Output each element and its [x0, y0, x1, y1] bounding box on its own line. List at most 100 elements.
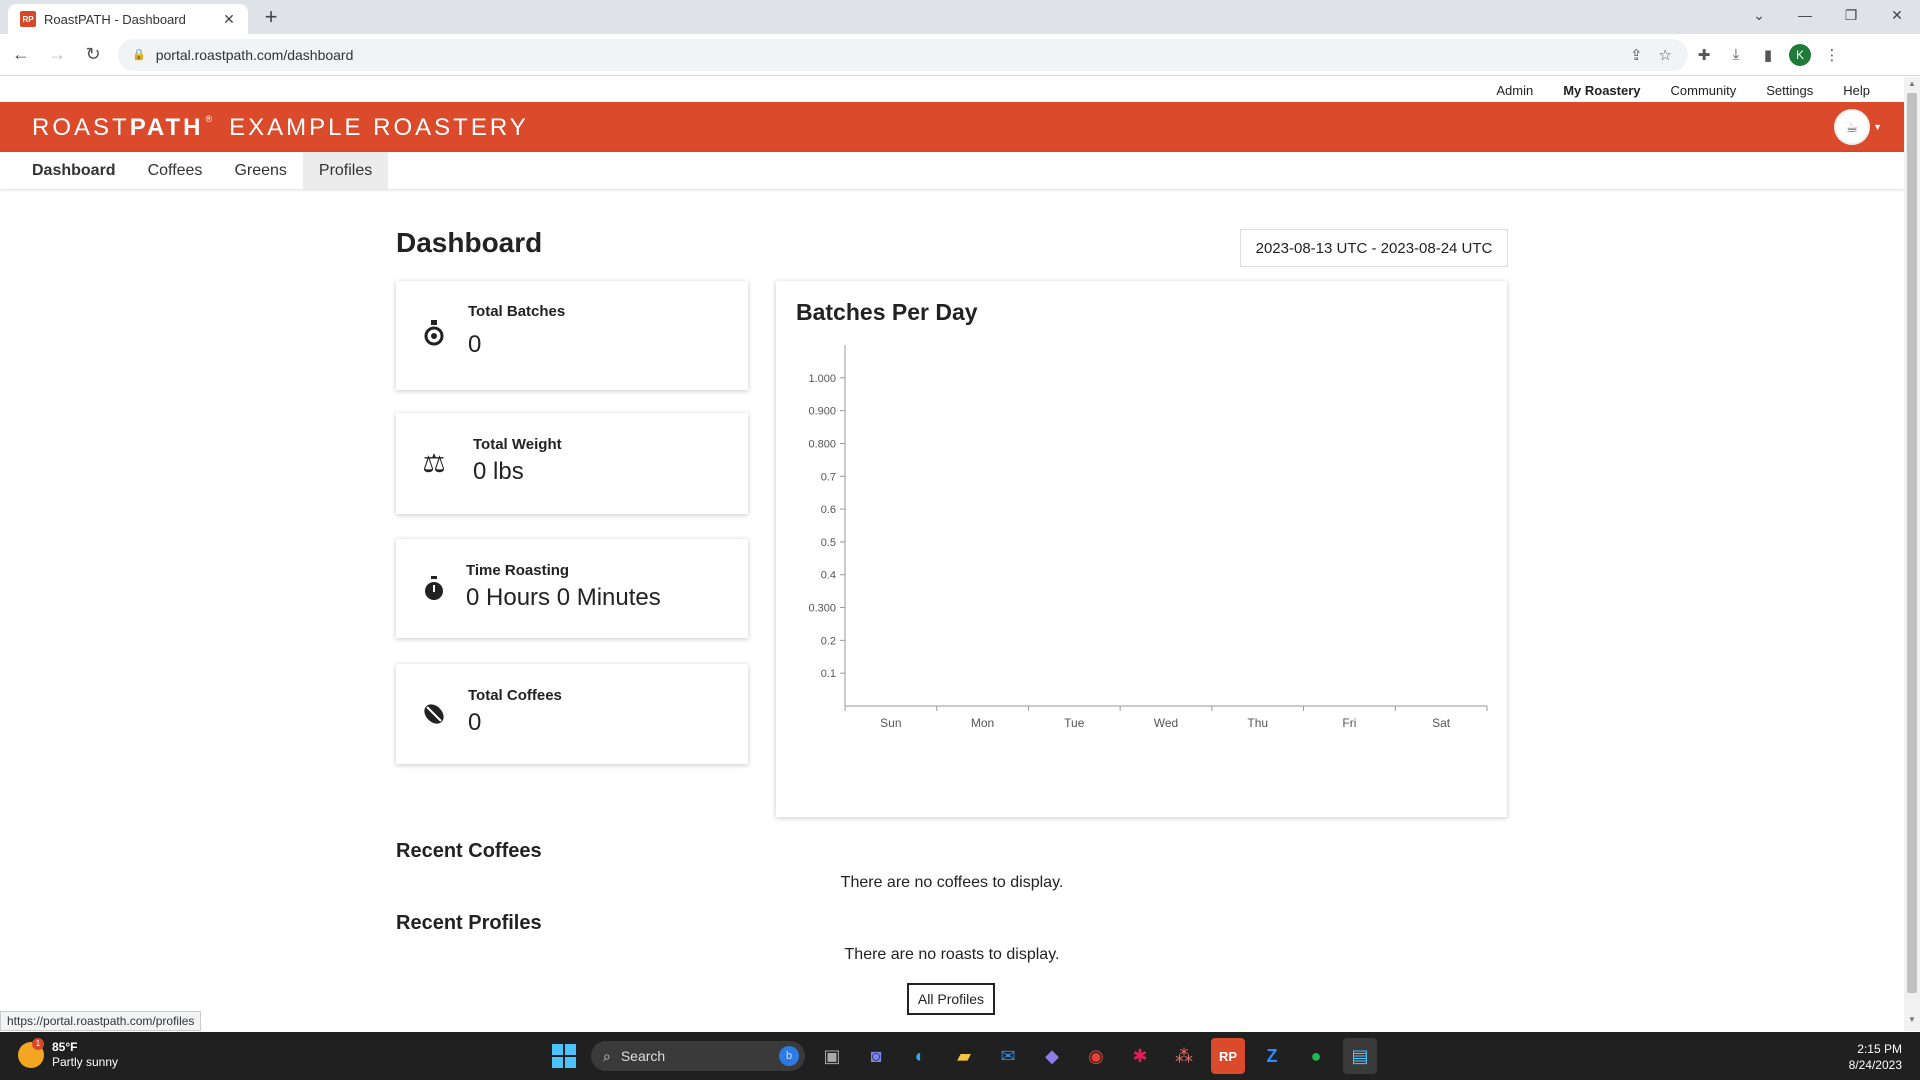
page-viewport: Admin My Roastery Community Settings Hel…	[0, 77, 1904, 1031]
x-tick-label: Wed	[1154, 716, 1178, 730]
chrome-icon[interactable]: ◉	[1079, 1038, 1113, 1074]
scroll-thumb[interactable]	[1907, 93, 1917, 993]
menu-kebab-icon[interactable]: ⋮	[1816, 39, 1848, 71]
back-button[interactable]: ←	[6, 40, 36, 70]
url-text[interactable]: portal.roastpath.com/dashboard	[156, 47, 1630, 63]
address-bar[interactable]: 🔒 portal.roastpath.com/dashboard ⇪ ☆	[118, 38, 1688, 71]
tab-title: RoastPATH - Dashboard	[44, 11, 186, 27]
new-tab-button[interactable]: +	[258, 6, 284, 28]
windows-start-icon[interactable]	[547, 1038, 581, 1074]
browser-tab[interactable]: RP RoastPATH - Dashboard ✕	[8, 4, 248, 34]
active-window-icon[interactable]: ▤	[1343, 1038, 1377, 1074]
tab-coffees[interactable]: Coffees	[132, 152, 219, 189]
forward-button[interactable]: →	[42, 40, 72, 70]
x-tick-label: Tue	[1064, 716, 1085, 730]
profile-button[interactable]: K	[1784, 39, 1816, 71]
weather-desc: Partly sunny	[52, 1055, 119, 1069]
y-tick-label: 1.000	[808, 373, 836, 385]
page-title: Dashboard	[396, 227, 543, 258]
asana-icon[interactable]: ⁂	[1167, 1038, 1201, 1074]
browser-tabbar: RP RoastPATH - Dashboard ✕ + ⌄ — ❐ ✕	[0, 0, 1920, 34]
util-nav-help[interactable]: Help	[1843, 83, 1870, 98]
stat-label: Total Weight	[473, 436, 562, 453]
x-tick-label: Thu	[1247, 716, 1268, 730]
tab-greens[interactable]: Greens	[218, 152, 302, 189]
y-tick-label: 0.4	[821, 570, 836, 582]
stopwatch-icon	[420, 575, 448, 603]
page-scrollbar[interactable]: ▲ ▼	[1904, 77, 1920, 1031]
bookmark-star-icon[interactable]: ☆	[1659, 46, 1672, 64]
browser-toolbar: ← → ↻ 🔒 portal.roastpath.com/dashboard ⇪…	[0, 34, 1920, 76]
task-view-icon[interactable]: ▣	[815, 1038, 849, 1074]
brand-roast: ROAST	[32, 114, 130, 141]
stat-label: Total Batches	[468, 303, 566, 320]
stat-card-coffees: Total Coffees 0	[396, 664, 748, 764]
restore-button[interactable]: ❐	[1828, 0, 1874, 30]
window-controls: ⌄ — ❐ ✕	[1736, 0, 1920, 34]
x-tick-label: Sun	[880, 716, 901, 730]
batches-per-day-card: Batches Per Day 0.1 0.2 0.300 0.4 0.5 0.6 0.7 0…	[776, 281, 1507, 817]
weather-widget[interactable]: 1 85°F Partly sunny	[18, 1038, 119, 1070]
windows-taskbar: 1 85°F Partly sunny ⌕ Search b ▣ ◙ ◐ ▰ ✉…	[0, 1032, 1920, 1080]
section-nav: Dashboard Coffees Greens Profiles	[0, 152, 1904, 189]
stat-card-time: Time Roasting 0 Hours 0 Minutes	[396, 539, 748, 638]
roastery-avatar[interactable]: ☕	[1834, 109, 1870, 145]
utility-nav: Admin My Roastery Community Settings Hel…	[1496, 83, 1870, 98]
app-diamond-icon[interactable]: ◆	[1035, 1038, 1069, 1074]
tab-search-icon[interactable]: ⌄	[1736, 0, 1782, 30]
slack-icon[interactable]: ✱	[1123, 1038, 1157, 1074]
roastery-name: EXAMPLE ROASTERY	[229, 114, 529, 141]
date-range-picker[interactable]: 2023-08-13 UTC - 2023-08-24 UTC	[1240, 229, 1508, 267]
mail-icon[interactable]: ✉	[991, 1038, 1025, 1074]
minimize-button[interactable]: —	[1782, 0, 1828, 30]
tab-dashboard[interactable]: Dashboard	[16, 152, 132, 189]
y-tick-label: 0.7	[821, 471, 836, 483]
side-panel-icon[interactable]: ▮	[1752, 39, 1784, 71]
spotify-icon[interactable]: ●	[1299, 1038, 1333, 1074]
brand-path: PATH	[129, 114, 204, 141]
download-icon[interactable]: ⤓	[1720, 39, 1752, 71]
recent-coffees-empty: There are no coffees to display.	[840, 874, 1064, 891]
lock-icon[interactable]: 🔒	[132, 48, 146, 61]
util-nav-admin[interactable]: Admin	[1496, 83, 1533, 98]
brand-logo[interactable]: ROASTPATH ® EXAMPLE ROASTERY	[32, 114, 529, 142]
close-window-button[interactable]: ✕	[1874, 0, 1920, 30]
brand-registered: ®	[205, 114, 216, 124]
profile-avatar: K	[1789, 43, 1811, 66]
stat-label: Total Coffees	[468, 687, 562, 704]
roaster-icon	[420, 319, 448, 347]
notification-badge: 1	[32, 1038, 44, 1050]
recent-coffees-title: Recent Coffees	[396, 840, 542, 862]
util-nav-my-roastery[interactable]: My Roastery	[1563, 83, 1640, 98]
util-nav-settings[interactable]: Settings	[1766, 83, 1813, 98]
scroll-up-icon[interactable]: ▲	[1904, 79, 1920, 93]
stat-label: Time Roasting	[466, 562, 570, 579]
roastpath-app-icon[interactable]: RP	[1211, 1038, 1245, 1074]
taskbar-search[interactable]: ⌕ Search b	[591, 1041, 805, 1071]
brand-header: ROASTPATH ® EXAMPLE ROASTERY ☕ ▼	[0, 102, 1904, 152]
chart-title: Batches Per Day	[796, 299, 978, 325]
reload-button[interactable]: ↻	[78, 40, 108, 70]
taskbar-apps: ⌕ Search b ▣ ◙ ◐ ▰ ✉ ◆ ◉ ✱ ⁂ RP Z ● ▤	[547, 1038, 1377, 1074]
stat-value: 0 lbs	[473, 458, 524, 485]
x-tick-label: Mon	[971, 716, 994, 730]
close-tab-icon[interactable]: ✕	[220, 11, 238, 28]
x-tick-label: Fri	[1342, 716, 1356, 730]
scroll-down-icon[interactable]: ▼	[1904, 1015, 1920, 1029]
util-nav-community[interactable]: Community	[1671, 83, 1737, 98]
extensions-icon[interactable]: ✚	[1688, 39, 1720, 71]
all-profiles-button[interactable]: All Profiles	[907, 983, 995, 1015]
caret-down-icon[interactable]: ▼	[1873, 122, 1882, 132]
teams-chat-icon[interactable]: ◙	[859, 1038, 893, 1074]
edge-icon[interactable]: ◐	[903, 1038, 937, 1074]
zoom-icon[interactable]: Z	[1255, 1038, 1289, 1074]
weather-temp: 85°F	[52, 1040, 78, 1054]
clock-date: 8/24/2023	[1848, 1058, 1902, 1072]
file-explorer-icon[interactable]: ▰	[947, 1038, 981, 1074]
y-tick-label: 0.1	[821, 668, 836, 680]
system-clock[interactable]: 2:15 PM 8/24/2023	[1849, 1041, 1902, 1073]
tab-profiles[interactable]: Profiles	[302, 152, 389, 189]
stat-card-weight: ⚖ Total Weight 0 lbs	[396, 413, 748, 514]
bing-icon[interactable]: b	[779, 1046, 799, 1066]
share-icon[interactable]: ⇪	[1630, 46, 1643, 64]
